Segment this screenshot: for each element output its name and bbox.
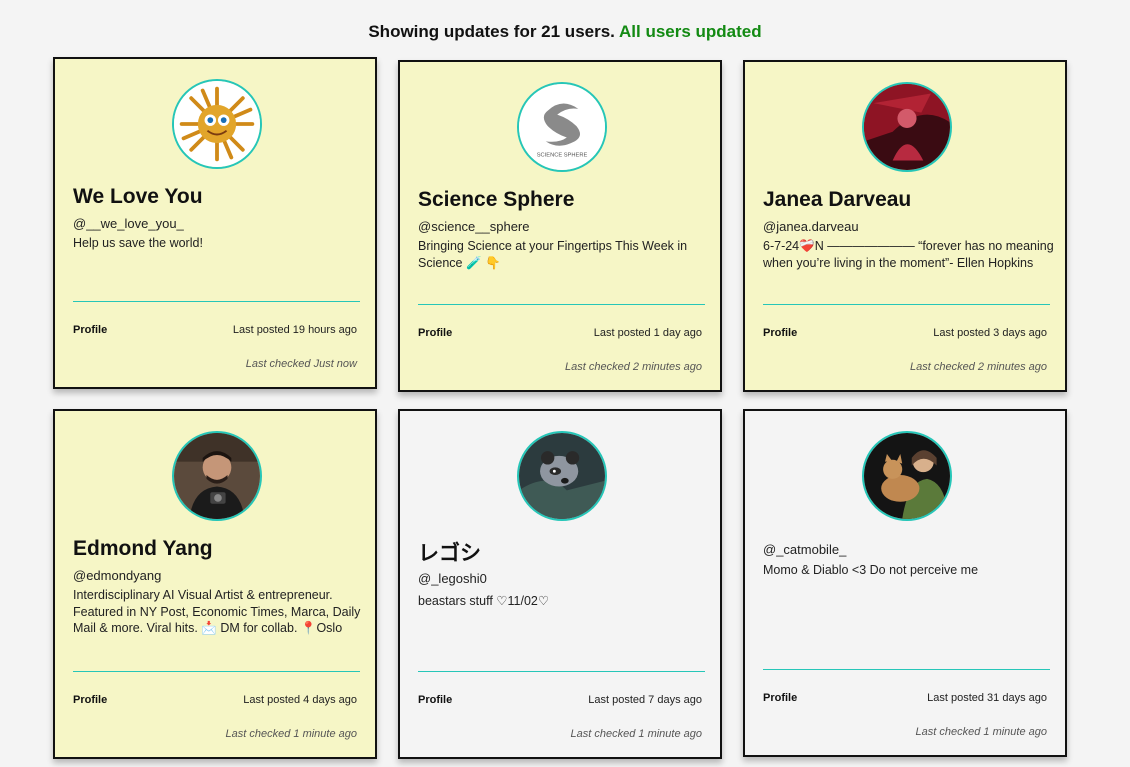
avatar-logo-text: SCIENCE SPHERE (537, 153, 588, 159)
user-card: We Love You @__we_love_you_ Help us save… (53, 57, 377, 389)
user-handle: @janea.darveau (763, 219, 859, 234)
update-status: All users updated (619, 22, 762, 41)
user-handle: @__we_love_you_ (73, 216, 184, 231)
user-bio: Bringing Science at your Fingertips This… (418, 239, 688, 270)
profile-link[interactable]: Profile (73, 324, 107, 336)
user-handle: @edmondyang (73, 568, 162, 583)
last-checked: Last checked 1 minute ago (915, 726, 1047, 738)
divider (73, 671, 360, 672)
last-checked: Last checked 1 minute ago (570, 728, 702, 740)
last-posted: Last posted 19 hours ago (232, 324, 357, 336)
avatar[interactable] (172, 431, 262, 521)
avatar[interactable] (862, 431, 952, 521)
summary-text: Showing updates for 21 users. (368, 22, 615, 41)
avatar[interactable] (862, 82, 952, 172)
divider (763, 669, 1050, 670)
last-posted: Last posted 3 days ago (933, 327, 1047, 339)
user-name: Janea Darveau (763, 188, 912, 211)
user-bio: 6-7-24❤️‍🩹N ——————— “forever has no mean… (763, 239, 1054, 270)
user-handle: @science__sphere (418, 219, 530, 234)
user-bio: Momo & Diablo <3 Do not perceive me (763, 563, 979, 577)
avatar[interactable]: SCIENCE SPHERE (517, 82, 607, 172)
last-posted: Last posted 31 days ago (927, 692, 1047, 704)
profile-link[interactable]: Profile (418, 327, 452, 339)
user-name: We Love You (73, 185, 203, 208)
user-bio: beastars stuff ♡11/02♡ (418, 594, 550, 608)
profile-link[interactable]: Profile (418, 694, 452, 706)
update-summary: Showing updates for 21 users. All users … (0, 22, 1130, 42)
user-card: Edmond Yang @edmondyang Interdisciplinar… (53, 409, 377, 759)
user-name: Science Sphere (418, 188, 575, 211)
divider (418, 304, 705, 305)
last-posted: Last posted 4 days ago (243, 694, 357, 706)
profile-link[interactable]: Profile (73, 694, 107, 706)
avatar[interactable] (172, 79, 262, 169)
avatar[interactable] (517, 431, 607, 521)
user-bio: Help us save the world! (73, 236, 203, 250)
user-card: @_catmobile_ Momo & Diablo <3 Do not per… (743, 409, 1067, 757)
last-checked: Last checked 1 minute ago (225, 728, 357, 740)
user-handle: @_catmobile_ (763, 542, 847, 557)
divider (73, 301, 360, 302)
last-posted: Last posted 7 days ago (588, 694, 702, 706)
user-card: SCIENCE SPHERE Science Sphere @science__… (398, 60, 722, 392)
user-bio: Interdisciplinary AI Visual Artist & ent… (73, 588, 361, 635)
profile-link[interactable]: Profile (763, 327, 797, 339)
divider (763, 304, 1050, 305)
user-name: Edmond Yang (73, 537, 213, 560)
divider (418, 671, 705, 672)
profile-link[interactable]: Profile (763, 692, 797, 704)
last-checked: Last checked 2 minutes ago (565, 361, 702, 373)
user-card: レゴシ @_legoshi0 beastars stuff ♡11/02♡ Pr… (398, 409, 722, 759)
last-checked: Last checked 2 minutes ago (910, 361, 1047, 373)
last-checked: Last checked Just now (245, 358, 357, 370)
user-handle: @_legoshi0 (418, 571, 487, 586)
last-posted: Last posted 1 day ago (593, 327, 702, 339)
user-card: Janea Darveau @janea.darveau 6-7-24❤️‍🩹N… (743, 60, 1067, 392)
user-name: レゴシ (418, 542, 481, 565)
